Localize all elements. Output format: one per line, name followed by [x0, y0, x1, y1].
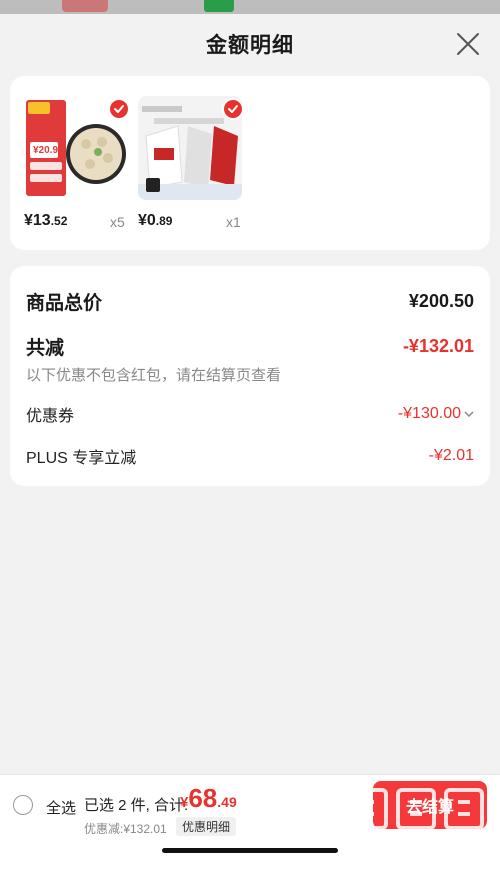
background-page-peek	[0, 0, 500, 14]
total-price-label: 商品总价	[26, 293, 103, 314]
plus-discount-row: PLUS 专享立减 -¥2.01	[26, 444, 474, 468]
total-decimal: .49	[217, 794, 237, 810]
background-badge	[204, 0, 234, 12]
plus-discount-value: -¥2.01	[428, 447, 474, 464]
coupon-row[interactable]: 优惠券 -¥130.00	[26, 402, 474, 426]
total-price-value: ¥200.50	[408, 291, 474, 311]
product-price: ¥13.52	[24, 212, 67, 230]
products-card: ¥20.9 ¥13.52 x5 ¥0.89 x1	[10, 76, 490, 250]
close-button[interactable]	[456, 32, 480, 56]
product-item[interactable]: ¥0.89 x1	[138, 96, 248, 230]
product-price: ¥0.89	[138, 212, 172, 230]
plus-discount-label: PLUS 专享立减	[26, 450, 137, 467]
product-price-integer: ¥13	[24, 212, 51, 229]
coupon-value: -¥130.00	[397, 405, 461, 422]
checkout-bar: 全选 已选 2 件, 合计: ¥68.49 优惠减:¥132.01 优惠明细 去…	[0, 774, 500, 879]
checkout-button[interactable]: 去结算	[373, 781, 487, 829]
product-quantity: x1	[226, 214, 241, 230]
total-reduction-row: 共减 -¥132.01	[26, 333, 474, 360]
coupon-label: 优惠券	[26, 408, 75, 425]
price-summary-card: 商品总价 ¥200.50 共减 -¥132.01 以下优惠不包含红包，请在结算页…	[10, 266, 490, 486]
product-item[interactable]: ¥20.9 ¥13.52 x5	[24, 96, 134, 230]
sheet-title: 金额明细	[206, 34, 294, 57]
selected-check-icon[interactable]	[222, 98, 242, 120]
sheet-header: 金额明细	[0, 14, 500, 74]
total-reduction-value: -¥132.01	[402, 336, 474, 356]
discount-note: 优惠减:¥132.01	[84, 822, 167, 836]
product-quantity: x5	[110, 214, 125, 230]
discount-detail-button[interactable]: 优惠明细	[176, 817, 237, 836]
product-price-decimal: .89	[155, 214, 173, 228]
selected-count-text: 已选 2 件, 合计:	[84, 797, 189, 814]
total-reduction-label: 共减	[26, 338, 65, 359]
total-amount: ¥68.49	[180, 783, 237, 814]
home-indicator	[162, 848, 338, 853]
product-image-skincare	[138, 96, 242, 200]
close-icon	[457, 33, 479, 55]
total-price-row: 商品总价 ¥200.50	[26, 288, 474, 315]
chevron-down-icon[interactable]	[464, 410, 474, 418]
coupon-value-group: -¥130.00	[398, 405, 474, 423]
total-integer: 68	[188, 783, 218, 813]
select-all-label[interactable]: 全选	[46, 797, 76, 818]
select-all-radio[interactable]	[13, 795, 33, 815]
background-product-thumbnail	[62, 0, 108, 12]
product-price-badge: ¥20.9	[33, 145, 59, 156]
amount-detail-sheet: 金额明细 ¥20.9 ¥13.52 x5 ¥0.89 x1 商品总价 ¥200.…	[0, 14, 500, 879]
selected-check-icon[interactable]	[108, 98, 128, 120]
product-price-decimal: .52	[50, 214, 68, 228]
product-image-dumplings: ¥20.9	[24, 96, 128, 200]
product-price-integer: ¥0	[138, 212, 156, 229]
reduction-note: 以下优惠不包含红包，请在结算页查看	[26, 367, 282, 384]
